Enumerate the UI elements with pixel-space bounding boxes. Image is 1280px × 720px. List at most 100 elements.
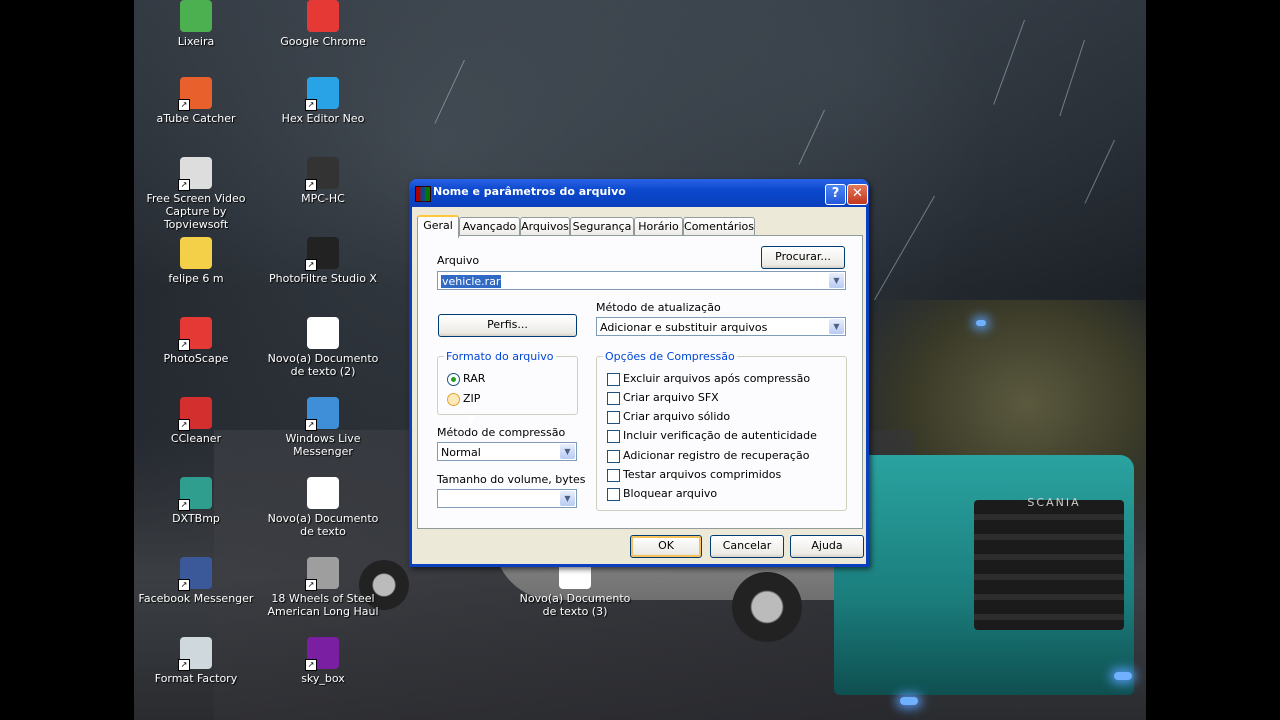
desktop-icon[interactable]: ↗ PhotoFiltre Studio X [263,237,383,285]
desktop-icon-label: Lixeira [177,35,215,48]
desktop-icon[interactable]: ↗ PhotoScape [136,317,256,365]
rar-radio[interactable] [447,373,460,386]
desktop-icon-label: felipe 6 m [168,272,224,285]
volume-size-select[interactable]: ▼ [437,489,577,508]
desktop-icon-label: Novo(a) Documento de texto [267,512,379,538]
volume-size-label: Tamanho do volume, bytes [437,473,586,486]
tab-geral[interactable]: Geral [417,215,459,238]
ok-button[interactable]: OK [630,535,702,558]
update-method-select[interactable]: Adicionar e substituir arquivos ▼ [596,317,846,336]
desktop-icon[interactable]: felipe 6 m [136,237,256,285]
desktop-icon-label: DXTBmp [172,512,220,525]
desktop-icon-label: Novo(a) Documento de texto (2) [267,352,379,378]
recovery-record-checkbox[interactable] [607,450,620,463]
shortcut-arrow-icon: ↗ [305,419,317,431]
create-sfx-checkbox[interactable] [607,392,620,405]
test-files-checkbox[interactable] [607,469,620,482]
zip-label: ZIP [463,392,481,405]
delete-after-label: Excluir arquivos após compressão [623,372,811,385]
compression-method-select[interactable]: Normal ▼ [437,442,577,461]
browse-button[interactable]: Procurar... [761,246,845,269]
chevron-down-icon[interactable]: ▼ [560,491,575,506]
update-method-value: Adicionar e substituir arquivos [600,321,768,334]
desktop-icon[interactable]: ↗ CCleaner [136,397,256,445]
tab-arquivos[interactable]: Arquivos [520,217,570,236]
archive-name-field[interactable]: vehicle.rar ▼ [437,271,846,290]
close-button[interactable]: ✕ [847,184,868,205]
authenticity-checkbox[interactable] [607,430,620,443]
rain-streak [1059,39,1085,117]
game-truck-icon: ↗ [305,557,339,591]
tab-comentarios[interactable]: Comentários [683,217,755,236]
desktop-icon[interactable]: ↗ Format Factory [136,637,256,685]
desktop-icon[interactable]: Novo(a) Documento de texto (2) [263,317,383,378]
desktop-icon[interactable]: Novo(a) Documento de texto [263,477,383,538]
desktop-icon-label: aTube Catcher [156,112,236,125]
update-method-label: Método de atualização [596,301,721,314]
shortcut-arrow-icon: ↗ [305,179,317,191]
wallpaper-wheel [732,572,802,642]
headlight [900,697,918,705]
tab-avancado[interactable]: Avançado [459,217,520,236]
desktop-icon-label: sky_box [301,672,345,685]
dialog-titlebar[interactable]: Nome e parâmetros do arquivo ? ✕ [409,179,869,207]
lock-archive-label: Bloquear arquivo [623,487,718,500]
chevron-down-icon[interactable]: ▼ [560,444,575,459]
rain-streak [434,59,465,124]
folder-icon [180,237,212,269]
screen-capture-icon: ↗ [178,157,212,191]
desktop-icon[interactable]: ↗ DXTBmp [136,477,256,525]
desktop-icon-label: Hex Editor Neo [281,112,365,125]
cancel-button[interactable]: Cancelar [710,535,784,558]
atube-catcher-icon: ↗ [178,77,212,111]
shortcut-arrow-icon: ↗ [178,419,190,431]
hex-editor-icon: ↗ [305,77,339,111]
tab-seguranca[interactable]: Segurança [570,217,634,236]
rain-streak [1084,139,1115,204]
profiles-button[interactable]: Perfis... [438,314,577,337]
headlight [976,320,986,326]
solid-archive-checkbox[interactable] [607,411,620,424]
desktop-icon-label: PhotoFiltre Studio X [269,272,377,285]
winrar-archive-icon: ↗ [305,637,339,671]
archive-format-group: Formato do arquivo RAR ZIP [437,350,578,415]
shortcut-arrow-icon: ↗ [178,99,190,111]
help-button[interactable]: Ajuda [790,535,864,558]
desktop-icon[interactable]: ↗ MPC-HC [263,157,383,205]
dialog-title: Nome e parâmetros do arquivo [433,185,626,198]
shortcut-arrow-icon: ↗ [178,579,190,591]
desktop-icon[interactable]: ↗ sky_box [263,637,383,685]
zip-radio[interactable] [447,393,460,406]
chevron-down-icon[interactable]: ▼ [829,273,844,288]
desktop-icon[interactable]: Lixeira [136,0,256,48]
compression-options-title: Opções de Compressão [603,350,737,363]
compression-method-value: Normal [441,446,481,459]
shortcut-arrow-icon: ↗ [178,499,190,511]
authenticity-label: Incluir verificação de autenticidade [623,429,817,442]
recovery-record-label: Adicionar registro de recuperação [623,449,810,462]
compression-method-label: Método de compressão [437,426,566,439]
desktop-icon[interactable]: ↗ 18 Wheels of Steel American Long Haul [263,557,383,618]
delete-after-checkbox[interactable] [607,373,620,386]
desktop-icon[interactable]: ↗ aTube Catcher [136,77,256,125]
desktop-icon[interactable]: Google Chrome [263,0,383,48]
chevron-down-icon[interactable]: ▼ [829,319,844,334]
rar-label: RAR [463,372,486,385]
tab-horario[interactable]: Horário [634,217,683,236]
desktop-icon-label: MPC-HC [301,192,345,205]
desktop-icon[interactable]: ↗ Free Screen Video Capture by Topviewsof… [136,157,256,231]
desktop-icon[interactable]: ↗ Facebook Messenger [136,557,256,605]
desktop-icon-label: Windows Live Messenger [285,432,361,458]
archive-name-value: vehicle.rar [441,275,502,288]
lock-archive-checkbox[interactable] [607,488,620,501]
facebook-messenger-icon: ↗ [178,557,212,591]
headlight [1114,672,1132,680]
desktop-icon[interactable]: ↗ Windows Live Messenger [263,397,383,458]
desktop-icon-label: 18 Wheels of Steel American Long Haul [267,592,379,618]
text-document-icon [307,477,339,509]
tab-panel-geral: Procurar... Arquivo vehicle.rar ▼ Método… [417,235,863,529]
help-title-button[interactable]: ? [825,184,846,205]
rain-streak [993,19,1025,105]
messenger-icon: ↗ [305,397,339,431]
desktop-icon[interactable]: ↗ Hex Editor Neo [263,77,383,125]
